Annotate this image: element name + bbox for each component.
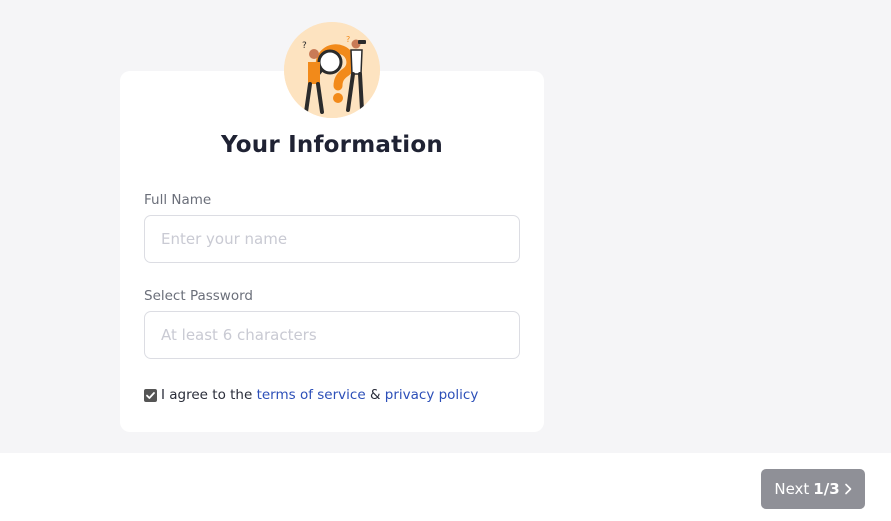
question-search-illustration: ? ? (284, 22, 380, 118)
full-name-input[interactable] (144, 215, 520, 263)
page-title: Your Information (221, 132, 443, 158)
agree-row: I agree to the terms of service & privac… (144, 385, 478, 405)
agree-checkbox[interactable] (144, 388, 157, 402)
next-label: Next (774, 480, 810, 498)
checkmark-icon (146, 391, 155, 399)
agree-prefix: I agree to the (161, 387, 253, 403)
privacy-policy-link[interactable]: privacy policy (385, 387, 479, 403)
terms-of-service-link[interactable]: terms of service (257, 387, 366, 403)
svg-text:?: ? (302, 41, 307, 51)
svg-text:?: ? (346, 35, 350, 44)
step-indicator: 1/3 (813, 480, 840, 498)
footer-bar (0, 453, 891, 521)
password-input[interactable] (144, 311, 520, 359)
password-label: Select Password (144, 288, 253, 304)
agree-conjunction: & (369, 387, 381, 403)
chevron-right-icon (844, 483, 852, 495)
next-button[interactable]: Next 1/3 (761, 469, 865, 509)
full-name-label: Full Name (144, 192, 212, 208)
